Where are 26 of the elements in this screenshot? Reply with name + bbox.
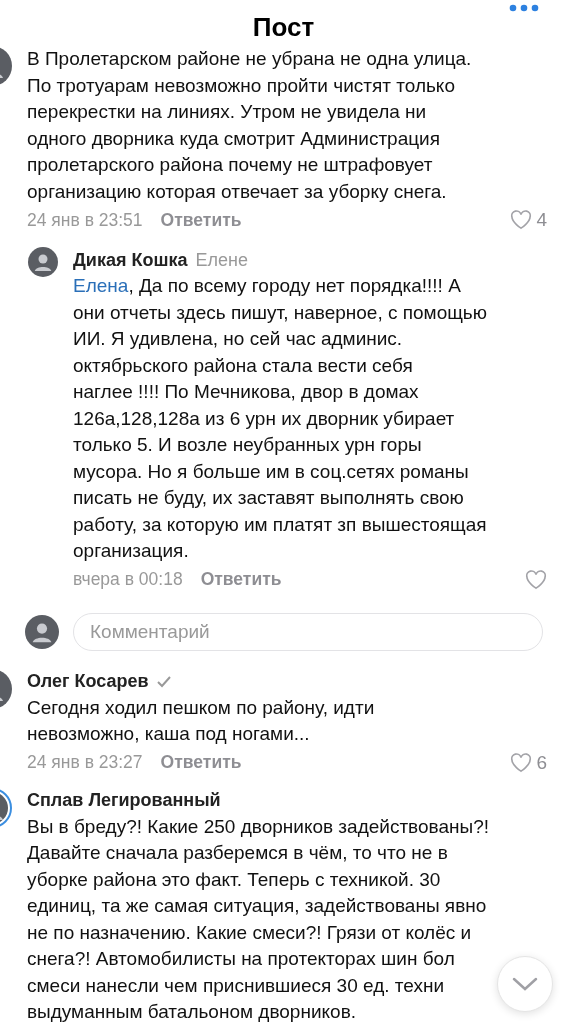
comment-text: В Пролетарском районе не убрана не одна улица. По тротуарам невозможно пройти чистят только перекрестки на линиях. Утром не увидела ни одного дворника куда смотрит Администрация пролетарского района почему не штрафовует организацию которая отвечает за уборку снега. — [27, 47, 472, 204]
heart-icon — [510, 210, 533, 230]
author-name[interactable]: Дикая Кошка — [73, 249, 188, 271]
chevron-down-icon — [512, 977, 538, 991]
author-name[interactable]: Олег Косарев — [27, 671, 149, 692]
author-name[interactable]: Сплав Легированный — [27, 790, 221, 811]
comment-text: Елена, Да по всему городу нет порядка!!!! А они отчеты здесь пишут, наверное, с помощью ИИ. Я удивлена, но сей час админис. октябрьского района стала вести себя наглее !!!! По Мечникова, двор в домах 126а,128,128а из 6 урн их дворник убирает только 5. И возле неубранных урн горы мусора. Но я больше им в соц.сетях романы писать не буду, их заставят выполнять свою работу, за которую им платят зп вышестоящая организация. — [73, 274, 487, 563]
comment-time: 24 янв в 23:27 — [27, 752, 143, 773]
mention-link[interactable]: Елена — [73, 275, 129, 296]
like-button[interactable]: 4 — [510, 209, 547, 231]
scroll-down-button[interactable] — [497, 956, 553, 1012]
reply-to: Елене — [195, 249, 248, 271]
comment-field[interactable]: Комментарий — [73, 612, 543, 651]
like-button[interactable]: 6 — [510, 751, 547, 774]
more-icon[interactable] — [509, 4, 539, 12]
avatar-icon — [25, 614, 59, 649]
comment-time: 24 янв в 23:51 — [27, 209, 143, 231]
comment-text: Вы в бреду?! Какие 250 дворников задействованы?! Давайте сначала разберемся в чём, то что не в уборке района это факт. Теперь с техникой. 30 единиц, та же самая ситуация, задействованы явно не по назначению. Какие смеси?! Грязи от колёс и снега?! Автомобилисты на протекторах шин бол смеси нанесли чем приснившиеся 30 ед. техни выдуманным батальоном дворников. — [27, 814, 489, 1024]
reply-button[interactable]: Ответить — [200, 569, 282, 590]
page-title: Пост — [252, 14, 315, 40]
comment-text: Сегодня ходил пешком по району, идти невозможно, каша под ногами... — [27, 695, 375, 746]
heart-icon — [510, 752, 533, 773]
avatar-icon — [28, 247, 58, 277]
reply-button[interactable]: Ответить — [160, 752, 242, 773]
comment-time: вчера в 00:18 — [73, 569, 183, 590]
reply-button[interactable]: Ответить — [160, 209, 242, 231]
